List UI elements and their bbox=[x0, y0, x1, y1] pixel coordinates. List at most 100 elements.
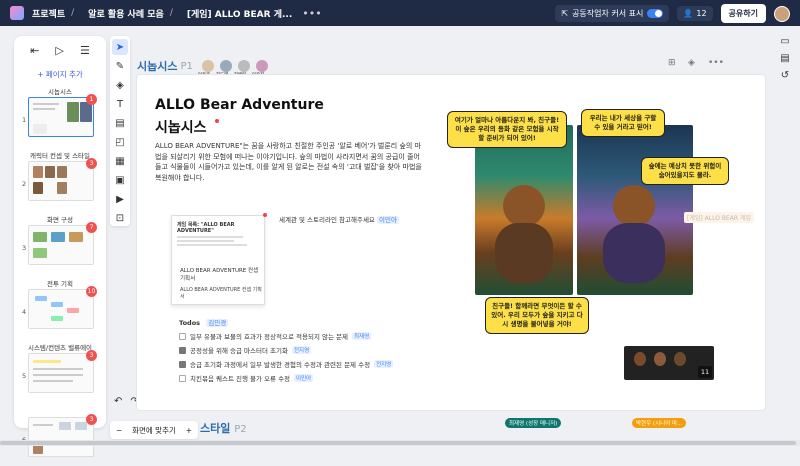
comment-badge: 3 bbox=[86, 158, 97, 169]
todo-checkbox[interactable] bbox=[179, 360, 186, 368]
page-number: 3 bbox=[22, 244, 27, 252]
page-thumbnail bbox=[28, 353, 94, 393]
user-icon: 👤 bbox=[683, 9, 694, 18]
comment-badge: 1 bbox=[86, 94, 97, 105]
page-list-panel: ⇤ ▷ ☰ + 페이지 추가 시놉시스 1 1 캐릭터 컨셉 및 스타일 2 3… bbox=[14, 36, 106, 457]
breadcrumb-separator: / bbox=[169, 8, 173, 18]
list-view-icon[interactable]: ☰ bbox=[80, 44, 90, 57]
add-page-button[interactable]: + 페이지 추가 bbox=[14, 69, 106, 80]
page-item-3[interactable]: 화면 구성 3 7 bbox=[14, 214, 106, 274]
bear-head bbox=[613, 185, 655, 227]
my-avatar[interactable] bbox=[774, 5, 790, 22]
mention-tag[interactable]: 전지영 bbox=[291, 346, 312, 354]
history-icon[interactable]: ↺ bbox=[781, 70, 789, 81]
document-logo-text: ALLO BEAR ADVENTURE 컨셉 기획서 bbox=[180, 268, 259, 282]
next-section-header[interactable]: 스타일 P2 bbox=[200, 420, 247, 436]
canvas-subheading: 시놉시스 bbox=[155, 120, 207, 136]
template-icon[interactable]: ▣ bbox=[112, 172, 128, 188]
shapes-icon[interactable]: ◈ bbox=[112, 77, 128, 93]
frame-export-icon[interactable]: ⊞ bbox=[668, 58, 676, 68]
collaborator-cursor-label: 박현우 (시니어 마... bbox=[632, 418, 687, 428]
section-title: 스타일 bbox=[200, 422, 231, 435]
page-item-2[interactable]: 캐릭터 컨셉 및 스타일 2 3 bbox=[14, 150, 106, 210]
todo-checkbox[interactable] bbox=[179, 346, 186, 354]
avatar[interactable]: 김예린... bbox=[234, 60, 251, 78]
page-item-5[interactable]: 시스템/컨텐츠 밸류에이 5 3 bbox=[14, 342, 106, 402]
toggle-switch[interactable] bbox=[647, 9, 664, 18]
zoom-out-button[interactable]: − bbox=[116, 426, 122, 435]
page-item-6[interactable]: 6 3 bbox=[14, 406, 106, 466]
comment-marker[interactable] bbox=[263, 213, 267, 217]
breadcrumb-board[interactable]: [게임] ALLO BEAR 게... bbox=[187, 7, 292, 20]
pen-icon[interactable]: ✎ bbox=[112, 58, 128, 74]
avatar[interactable]: 이윤호 bbox=[198, 60, 214, 78]
share-button[interactable]: 공유하기 bbox=[720, 4, 766, 23]
page-number: 5 bbox=[22, 372, 27, 380]
page-item-4[interactable]: 전투 기획 4 10 bbox=[14, 278, 106, 338]
breadcrumb-folder[interactable]: 알로 활용 사례 모음 bbox=[88, 7, 164, 20]
todo-list: Todos 김민경 일부 유물과 보물의 효과가 정상적으로 적용되지 않는 문… bbox=[179, 317, 419, 387]
mention-tag[interactable]: 전지영 bbox=[374, 360, 394, 368]
video-icon[interactable]: ▶ bbox=[112, 191, 128, 207]
page-thumbnail bbox=[28, 289, 94, 329]
bear-wizard-image[interactable] bbox=[577, 125, 693, 295]
speech-bubble[interactable]: 친구들! 함께라면 무엇이든 할 수 있어. 우리 모두가 숲을 지키고 다시 … bbox=[485, 297, 589, 334]
collaborator-avatars: 이윤호 김도영... 김예린... 이유진... bbox=[198, 60, 269, 78]
sticky-note-icon[interactable]: ◰ bbox=[112, 134, 128, 150]
faded-note[interactable]: [게임] ALLO BEAR 게임 bbox=[684, 212, 754, 223]
top-bar: 프로젝트 / 알로 활용 사례 모음 / [게임] ALLO BEAR 게...… bbox=[0, 0, 800, 26]
todo-checkbox[interactable] bbox=[179, 332, 186, 340]
play-icon[interactable]: ▷ bbox=[55, 44, 63, 57]
speech-bubble[interactable]: 숲에는 예상치 못한 위험이 숨어있을지도 몰라. bbox=[641, 157, 729, 185]
todo-header: Todos 김민경 bbox=[179, 317, 419, 327]
tool-bar: ➤ ✎ ◈ T ▤ ◰ ▦ ▣ ▶ ⊡ bbox=[110, 36, 130, 226]
mention-tag[interactable]: 이민아 bbox=[376, 216, 399, 224]
mention-tag[interactable]: 김민경 bbox=[206, 319, 229, 327]
speech-bubble[interactable]: 우리는 내가 세상을 구할 수 있을 거라고 믿어! bbox=[581, 109, 665, 137]
bear-body bbox=[603, 223, 665, 283]
page-number: 1 bbox=[22, 116, 27, 124]
section-header[interactable]: 시놉시스 P1 이윤호 김도영... 김예린... 이유진... bbox=[137, 58, 269, 78]
todo-text: 치킨볶음 퀘스트 진행 불가 오류 수정 bbox=[190, 375, 291, 383]
horizontal-scrollbar[interactable] bbox=[0, 440, 800, 446]
fit-to-screen-button[interactable]: 화면에 맞추기 bbox=[132, 425, 176, 436]
todo-checkbox[interactable] bbox=[179, 374, 186, 382]
todo-item: 공정성을 위해 승급 마스터더 초기화 전지영 bbox=[179, 345, 419, 355]
select-pointer-icon[interactable]: ➤ bbox=[112, 39, 128, 55]
mention-tag[interactable]: 이민아 bbox=[294, 374, 314, 382]
speech-bubble[interactable]: 여기가 얼마나 아름다운지 봐, 친구들! 이 숲은 우리의 동화 같은 모험을… bbox=[447, 111, 567, 148]
user-count-button[interactable]: 👤 12 bbox=[677, 6, 713, 21]
page-number: 2 bbox=[22, 180, 27, 188]
page-item-1[interactable]: 시놉시스 1 1 bbox=[14, 86, 106, 146]
scrollbar-thumb[interactable] bbox=[0, 441, 796, 445]
collapse-panel-icon[interactable]: ⇤ bbox=[30, 44, 39, 57]
section-title: 시놉시스 bbox=[137, 60, 178, 73]
page-thumbnail bbox=[28, 225, 94, 265]
mention-tag[interactable]: 최재영 bbox=[351, 332, 372, 340]
embed-icon[interactable]: ⊡ bbox=[112, 210, 128, 226]
bear-explorer-image[interactable] bbox=[475, 125, 573, 295]
comment-badge: 7 bbox=[86, 222, 97, 233]
bear-head bbox=[503, 185, 545, 227]
text-icon[interactable]: T bbox=[112, 96, 128, 112]
document-card[interactable]: 게임 목록: "ALLO BEAR ADVENTURE" ALLO BEAR A… bbox=[171, 215, 265, 305]
comment-icon[interactable]: ▭ bbox=[780, 36, 789, 47]
table-icon[interactable]: ▦ bbox=[112, 153, 128, 169]
more-options-icon[interactable]: ••• bbox=[302, 7, 321, 20]
comment-badge: 3 bbox=[86, 414, 97, 425]
collaborator-cursor-label: 최재영 (성장 매니저) bbox=[505, 418, 562, 428]
app-logo-icon[interactable] bbox=[10, 6, 24, 20]
media-count-badge: 11 bbox=[698, 366, 712, 378]
collaborator-cursor-toggle[interactable]: ⇱ 공동작업자 커서 표시 bbox=[555, 5, 670, 22]
more-horizontal-icon[interactable]: ••• bbox=[708, 58, 724, 68]
avatar[interactable]: 이유진... bbox=[252, 60, 269, 78]
chat-icon[interactable]: ▤ bbox=[780, 53, 789, 64]
zoom-in-button[interactable]: + bbox=[186, 426, 192, 435]
document-icon[interactable]: ▤ bbox=[112, 115, 128, 131]
user-count: 12 bbox=[696, 9, 707, 18]
comment-marker[interactable] bbox=[215, 119, 219, 123]
paint-bucket-icon[interactable]: ◈ bbox=[688, 58, 695, 68]
avatar[interactable]: 김도영... bbox=[216, 60, 233, 78]
undo-icon[interactable]: ↶ bbox=[114, 396, 122, 412]
breadcrumb-project[interactable]: 프로젝트 bbox=[32, 7, 65, 20]
